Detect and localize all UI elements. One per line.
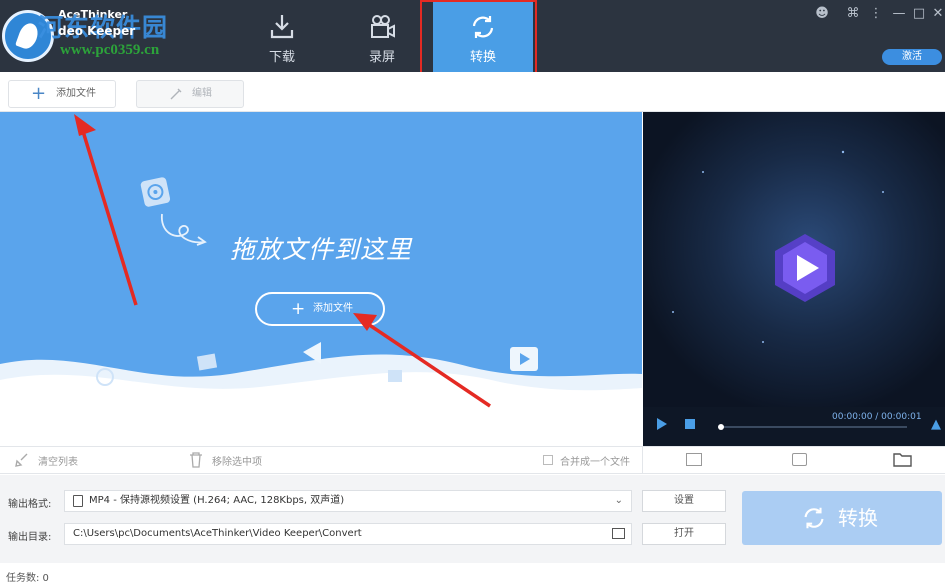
trash-icon <box>190 452 202 468</box>
format-label: 输出格式: <box>8 499 52 510</box>
preview-background <box>643 112 945 407</box>
close-icon[interactable]: ✕ <box>930 6 945 22</box>
format-select[interactable]: MP4 - 保持源视频设置 (H.264; AAC, 128Kbps, 双声道)… <box>64 490 632 512</box>
more-icon[interactable]: ⋮ <box>868 6 884 22</box>
output-dir-value: C:\Users\pc\Documents\AceThinker\Video K… <box>73 528 362 539</box>
video-preview: ▲ 00:00:00 / 00:00:01 <box>643 112 945 446</box>
drop-add-file-button[interactable]: + 添加文件 <box>255 292 385 326</box>
drop-decoration <box>0 177 642 446</box>
convert-label: 转换 <box>838 506 878 530</box>
volume-icon[interactable]: ▲ <box>931 417 941 432</box>
toolbar: + 添加文件 编辑 <box>0 72 945 112</box>
folder-icon[interactable] <box>893 452 913 468</box>
tab-record-label: 录屏 <box>368 50 395 65</box>
plus-icon: + <box>31 83 47 104</box>
drop-hint: 拖放文件到这里 <box>230 235 413 264</box>
convert-button[interactable]: 转换 <box>742 491 942 545</box>
image-icon[interactable] <box>792 453 807 466</box>
activate-button[interactable]: 激活 <box>882 49 942 65</box>
progress-handle[interactable] <box>718 424 724 430</box>
drop-add-file-label: 添加文件 <box>313 303 353 314</box>
title-bar: AceThinker 河东软件园 deo Keeper www.pc0359.c… <box>0 0 945 79</box>
tab-download-label: 下载 <box>268 50 295 65</box>
broom-icon <box>15 453 28 467</box>
maximize-icon[interactable]: □ <box>911 6 927 22</box>
drop-zone[interactable]: 拖放文件到这里 + 添加文件 <box>0 112 642 446</box>
watermark-url: www.pc0359.cn <box>60 42 160 58</box>
add-file-button[interactable]: + 添加文件 <box>8 80 116 108</box>
list-actions-bar: 清空列表 移除选中项 合并成一个文件 <box>0 446 945 474</box>
tab-record[interactable]: 录屏 <box>332 0 432 72</box>
play-icon[interactable] <box>657 418 667 430</box>
file-icon <box>73 495 83 507</box>
tab-download[interactable]: 下载 <box>232 0 332 72</box>
snapshot-icon[interactable] <box>686 453 702 466</box>
app-logo: AceThinker 河东软件园 deo Keeper www.pc0359.c… <box>0 0 205 72</box>
download-icon <box>270 15 294 39</box>
edit-label: 编辑 <box>192 88 212 99</box>
add-file-label: 添加文件 <box>56 88 96 99</box>
plus-icon: + <box>291 299 306 319</box>
time-readout: 00:00:00 / 00:00:01 <box>832 412 922 422</box>
output-dir-field[interactable]: C:\Users\pc\Documents\AceThinker\Video K… <box>64 523 632 545</box>
convert-icon <box>472 16 494 38</box>
progress-track[interactable] <box>719 426 907 428</box>
record-icon <box>371 15 395 38</box>
status-bar: 任务数: 0 <box>0 563 945 587</box>
edit-button[interactable]: 编辑 <box>136 80 244 108</box>
chevron-down-icon: ⌄ <box>614 495 623 506</box>
tab-convert-label: 转换 <box>469 50 496 65</box>
convert-icon <box>804 507 824 529</box>
folder-browse-icon[interactable] <box>612 528 625 539</box>
app-name: deo Keeper <box>58 24 136 38</box>
open-button[interactable]: 打开 <box>642 523 726 545</box>
stop-icon[interactable] <box>685 419 695 429</box>
remove-selected-button[interactable]: 移除选中项 <box>212 453 262 468</box>
merge-checkbox[interactable] <box>543 455 553 465</box>
play-logo <box>672 150 884 343</box>
user-icon[interactable]: ☻ <box>814 6 830 22</box>
settings-button[interactable]: 设置 <box>642 490 726 512</box>
divider <box>642 447 643 474</box>
merge-label: 合并成一个文件 <box>560 457 630 468</box>
format-value: MP4 - 保持源视频设置 (H.264; AAC, 128Kbps, 双声道) <box>89 495 345 506</box>
tab-convert[interactable]: 转换 <box>433 0 533 72</box>
dir-label: 输出目录: <box>8 532 52 543</box>
minimize-icon[interactable]: — <box>891 6 907 22</box>
wand-icon <box>170 88 182 100</box>
clear-list-button[interactable]: 清空列表 <box>38 453 78 468</box>
task-count: 任务数: 0 <box>6 573 49 584</box>
grid-icon[interactable]: ⌘ <box>845 6 861 22</box>
